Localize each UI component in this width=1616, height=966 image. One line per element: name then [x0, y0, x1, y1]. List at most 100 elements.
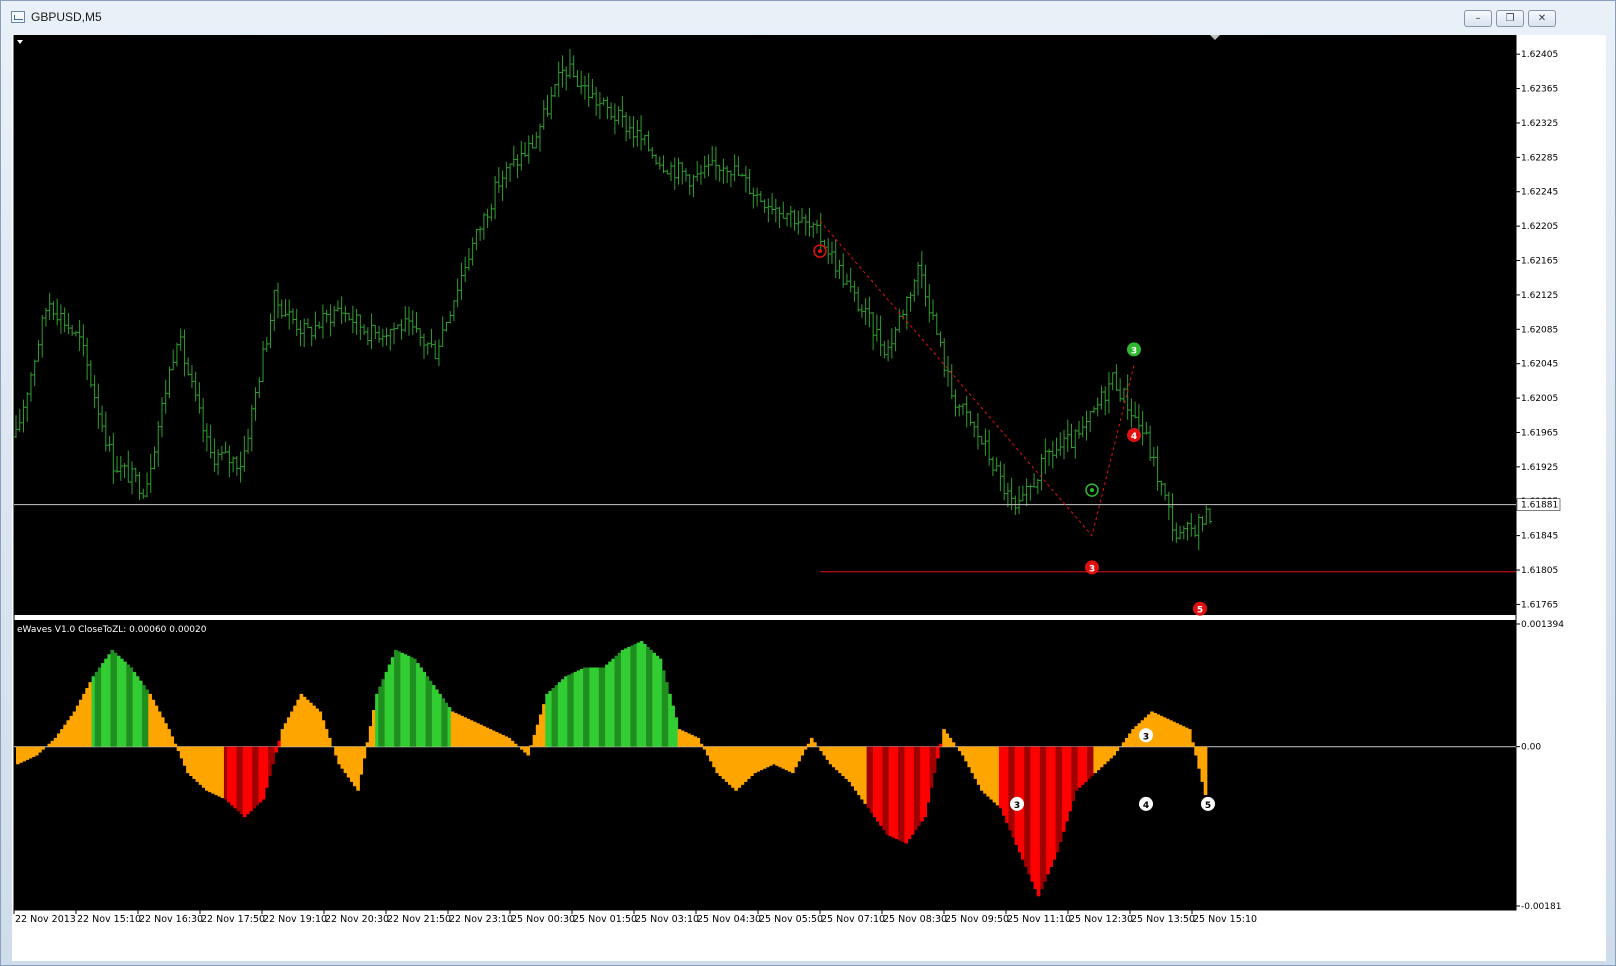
histogram-bar	[885, 746, 890, 835]
histogram-bar	[705, 746, 710, 756]
price-tick-label: 1.62365	[1521, 85, 1558, 95]
histogram-bar	[217, 746, 222, 797]
histogram-bar	[973, 746, 978, 779]
histogram-bar	[479, 724, 483, 747]
x-tick-label: 25 Nov 01:50	[573, 914, 637, 925]
x-tick-label: 25 Nov 08:30	[883, 914, 947, 925]
x-tick-label: 25 Nov 03:10	[635, 914, 699, 925]
histogram-bar	[630, 645, 634, 747]
window-titlebar[interactable]: GBPUSD,M5 – ❐ ✕	[1, 1, 1615, 35]
histogram-bar	[394, 649, 398, 747]
histogram-bar	[1134, 726, 1139, 747]
histogram-bar	[658, 658, 663, 747]
histogram-bar	[699, 743, 704, 747]
minimize-button[interactable]: –	[1464, 10, 1492, 27]
histogram-bar	[787, 746, 792, 772]
histogram-bar	[453, 712, 458, 747]
histogram-bar	[321, 720, 326, 747]
histogram-bar	[431, 685, 436, 747]
histogram-bar	[617, 652, 622, 747]
histogram-bar	[79, 699, 83, 747]
histogram-bar	[520, 746, 524, 750]
histogram-bar	[841, 746, 846, 777]
histogram-bar	[904, 746, 909, 844]
histogram-bar	[825, 746, 830, 760]
histogram-bar	[387, 664, 392, 747]
histogram-bar	[939, 743, 943, 747]
price-tick-label: 1.61925	[1521, 463, 1558, 473]
close-button[interactable]: ✕	[1528, 10, 1556, 27]
histogram-bar	[475, 723, 480, 747]
histogram-bar	[110, 649, 115, 747]
histogram-bar	[192, 746, 197, 779]
histogram-bar	[302, 696, 307, 747]
histogram-bar	[356, 746, 360, 791]
histogram-bar	[1181, 726, 1186, 747]
price-tick-label: 1.62205	[1521, 222, 1558, 232]
histogram-bar	[1197, 746, 1202, 769]
histogram-bar	[655, 655, 660, 747]
histogram-bar	[983, 746, 987, 794]
histogram-bar	[1106, 746, 1110, 762]
histogram-bar	[233, 746, 238, 809]
histogram-bar	[935, 746, 940, 759]
histogram-bar	[677, 729, 682, 747]
histogram-bar	[712, 746, 716, 768]
histogram-bar	[501, 734, 505, 747]
histogram-bar	[104, 658, 108, 747]
histogram-bar	[255, 746, 260, 806]
histogram-bar	[472, 721, 477, 747]
histogram-bar	[598, 667, 603, 747]
histogram-bar	[16, 746, 20, 765]
chart-area[interactable]: 1.62405 1.62365 1.62325 1.62285 1.62245 1.622…	[12, 35, 1606, 961]
histogram-bar	[135, 676, 140, 747]
histogram-bar	[709, 746, 713, 762]
restore-button[interactable]: ❐	[1496, 10, 1524, 27]
histogram-bar	[854, 746, 858, 791]
chart-svg[interactable]: 1.62405 1.62365 1.62325 1.62285 1.62245 1.622…	[12, 35, 1606, 961]
histogram-bar	[327, 737, 332, 747]
histogram-bar	[1036, 746, 1041, 897]
histogram-bar	[239, 746, 244, 815]
histogram-bar	[535, 724, 540, 747]
histogram-bar	[397, 651, 401, 747]
histogram-bar	[1074, 746, 1079, 791]
histogram-bar	[409, 657, 414, 747]
histogram-bar	[1153, 712, 1157, 747]
histogram-bar	[561, 679, 565, 747]
histogram-bar	[1052, 746, 1057, 860]
histogram-bar	[283, 723, 288, 747]
histogram-bar	[992, 746, 997, 803]
histogram-bar	[702, 746, 707, 750]
histogram-bar	[107, 654, 112, 747]
price-tick-label: 1.61965	[1521, 428, 1558, 438]
histogram-bar	[406, 655, 411, 747]
indicator-tick-label: -0.00181	[1521, 902, 1561, 912]
histogram-bar	[463, 717, 468, 747]
histogram-bar	[1194, 746, 1198, 756]
histogram-bar	[457, 714, 461, 747]
histogram-bar	[400, 652, 404, 747]
price-tick-label: 1.61765	[1521, 600, 1558, 610]
histogram-bar	[53, 737, 58, 747]
price-tick-label: 1.62085	[1521, 325, 1558, 335]
histogram-bar	[38, 746, 42, 753]
x-tick-label: 22 Nov 21:50	[387, 914, 451, 925]
histogram-bar	[138, 680, 143, 747]
histogram-bar	[274, 746, 278, 753]
histogram-bar	[488, 729, 493, 747]
histogram-bar	[113, 652, 118, 747]
histogram-bar	[888, 746, 893, 837]
histogram-bar	[346, 746, 351, 778]
histogram-bar	[343, 746, 348, 774]
histogram-bar	[245, 746, 250, 815]
histogram-bar	[570, 673, 575, 747]
histogram-bar	[1093, 746, 1098, 774]
histogram-bar	[822, 746, 827, 756]
histogram-bar	[913, 746, 918, 831]
histogram-bar	[750, 746, 754, 777]
histogram-bar	[545, 693, 549, 747]
histogram-bar	[353, 746, 357, 787]
histogram-bar	[236, 746, 241, 812]
x-tick-label: 22 Nov 20:30	[325, 914, 389, 925]
